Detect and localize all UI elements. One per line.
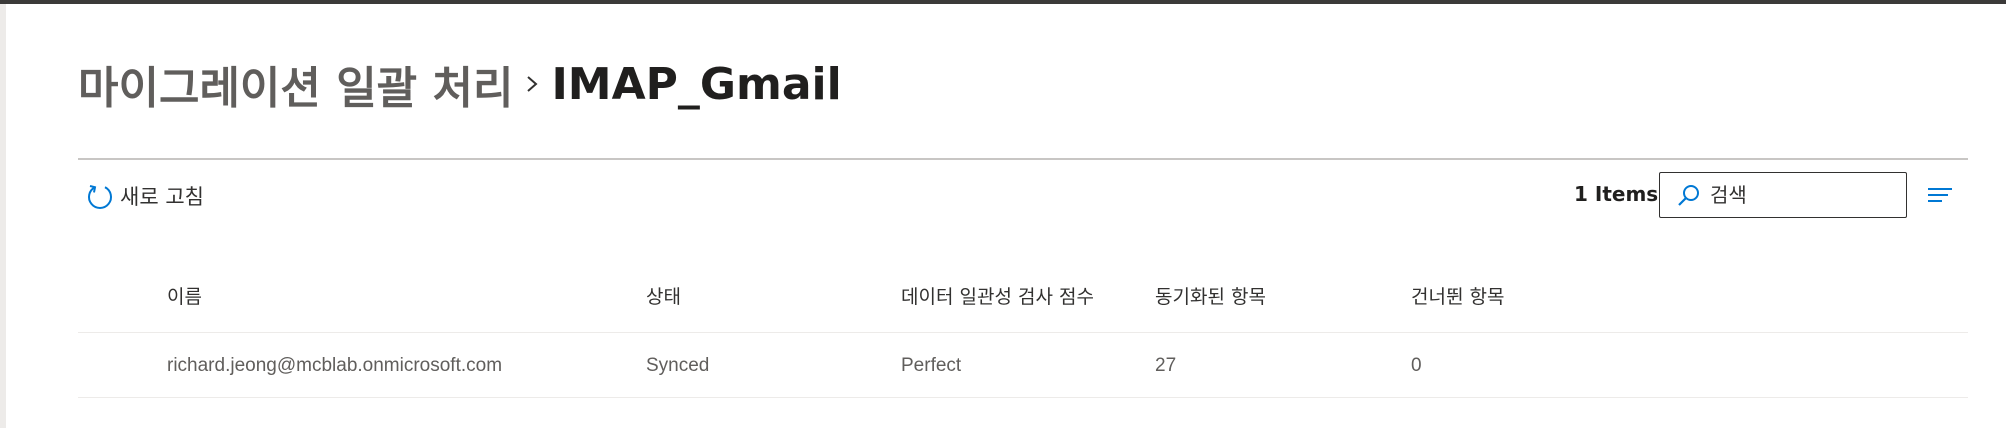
cell-status: Synced — [646, 355, 710, 376]
migration-users-table: 이름 상태 데이터 일관성 검사 점수 동기화된 항목 건너뛴 항목 richa… — [78, 270, 1968, 398]
search-input[interactable] — [1710, 183, 1890, 207]
column-header-synced-items[interactable]: 동기화된 항목 — [1155, 270, 1266, 332]
filter-icon[interactable] — [1926, 182, 1954, 208]
header-divider — [78, 158, 1968, 160]
cell-user-email: richard.jeong@mcblab.onmicrosoft.com — [167, 355, 503, 376]
refresh-icon — [88, 185, 112, 209]
refresh-button[interactable]: 새로 고침 — [86, 178, 204, 214]
search-box[interactable] — [1659, 172, 1907, 218]
table-header-row: 이름 상태 데이터 일관성 검사 점수 동기화된 항목 건너뛴 항목 — [78, 270, 1968, 333]
chevron-right-icon — [527, 76, 538, 92]
column-header-status[interactable]: 상태 — [646, 270, 681, 332]
toolbar: 새로 고침 1 Items — [78, 172, 1968, 220]
table-row[interactable]: richard.jeong@mcblab.onmicrosoft.com Syn… — [78, 333, 1968, 398]
cell-synced-items: 27 — [1155, 355, 1177, 376]
column-header-data-consistency-score[interactable]: 데이터 일관성 검사 점수 — [901, 270, 1094, 332]
search-icon — [1678, 185, 1699, 206]
column-header-name[interactable]: 이름 — [167, 270, 202, 332]
breadcrumb: 마이그레이션 일괄 처리 IMAP_Gmail — [78, 52, 842, 116]
migration-batch-details-page: 마이그레이션 일괄 처리 IMAP_Gmail 새로 고침 1 Items 검색… — [78, 0, 1968, 428]
left-panel-edge — [0, 4, 6, 428]
refresh-label: 새로 고침 — [120, 185, 204, 209]
items-count: 1 Items — [1574, 182, 1659, 206]
breadcrumb-parent-link[interactable]: 마이그레이션 일괄 처리 — [78, 52, 513, 116]
cell-skipped-items: 0 — [1411, 355, 1422, 376]
page-title: IMAP_Gmail — [551, 58, 842, 110]
cell-consistency-score: Perfect — [901, 355, 962, 376]
column-header-skipped-items[interactable]: 건너뛴 항목 — [1411, 270, 1504, 332]
